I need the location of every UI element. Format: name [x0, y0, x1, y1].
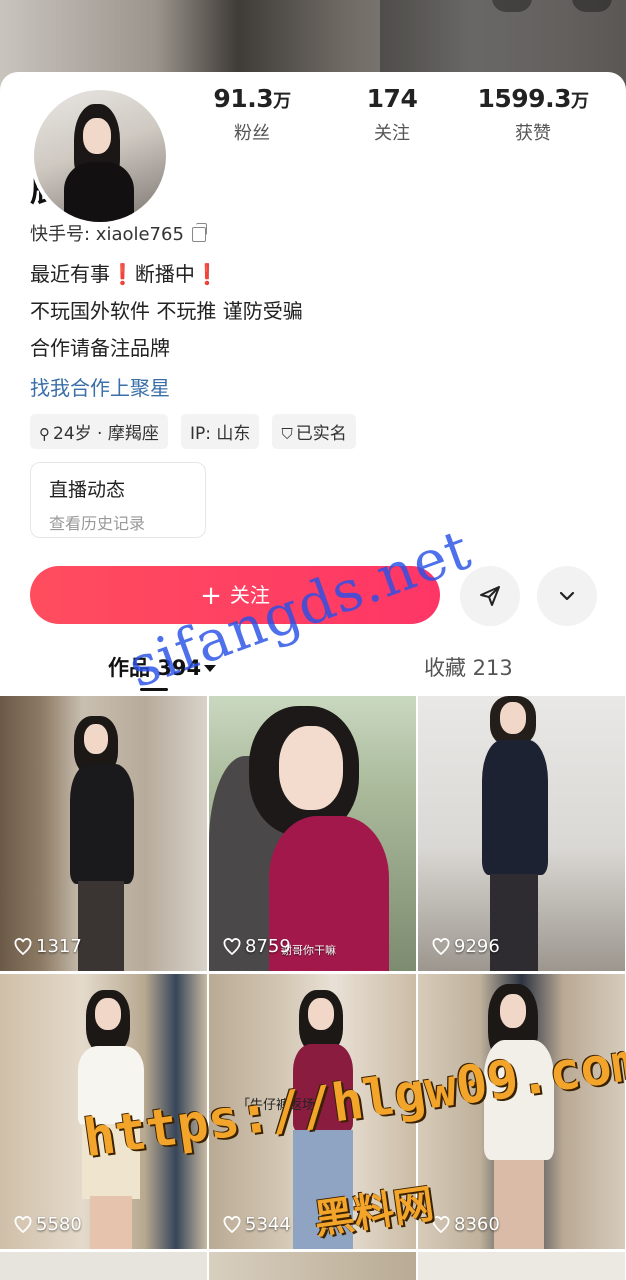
heart-icon: [223, 1216, 241, 1234]
bio-line-3: 合作请备注品牌: [30, 336, 170, 360]
post-likes: 1317: [14, 936, 82, 957]
post-tile[interactable]: [209, 1252, 416, 1280]
exclamation-icon: ❗: [194, 262, 220, 286]
post-likes: 5580: [14, 1214, 82, 1235]
copy-icon[interactable]: [191, 223, 207, 242]
post-likes: 8759: [223, 936, 291, 957]
send-icon: [480, 586, 500, 606]
post-likes: 5344: [223, 1214, 291, 1235]
stat-following[interactable]: 174 关注: [322, 84, 462, 145]
avatar-face: [83, 118, 111, 154]
post-tile[interactable]: [418, 1252, 625, 1280]
live-history-card[interactable]: 直播动态 查看历史记录: [30, 462, 206, 538]
post-tile[interactable]: 1317: [0, 696, 207, 971]
profile-tags: ⚲ 24岁 · 摩羯座 IP: 山东 ⛉ 已实名: [30, 414, 364, 449]
bio-line-1-b: 断播中: [134, 262, 195, 286]
bio-line-1: 最近有事❗断播中❗: [30, 258, 220, 287]
avatar-body: [64, 162, 134, 222]
shield-check-icon: ⛉: [281, 425, 293, 443]
heart-icon: [14, 1216, 32, 1234]
tab-favorites[interactable]: 收藏 213: [424, 652, 513, 682]
stat-fans[interactable]: 91.3万 粉丝: [182, 84, 322, 145]
stat-fans-value: 91.3万: [213, 84, 291, 113]
stat-likes[interactable]: 1599.3万 获赞: [463, 84, 603, 145]
content-tabs: 作品 394 收藏 213: [0, 652, 626, 692]
live-history-title: 直播动态: [49, 479, 126, 501]
kwai-id-text: 快手号: xiaole765: [30, 224, 184, 245]
post-tile[interactable]: 谢哥你干嘛 8759: [209, 696, 416, 971]
cooperation-link[interactable]: 找我合作上聚星: [30, 372, 170, 401]
stat-following-value: 174: [366, 84, 418, 113]
chevron-down-icon: [559, 591, 575, 601]
tag-ip: IP: 山东: [180, 414, 260, 449]
tag-verified: ⛉ 已实名: [272, 414, 356, 449]
kwai-id: 快手号: xiaole765: [30, 220, 207, 246]
female-icon: ⚲: [39, 425, 50, 443]
stat-likes-value: 1599.3万: [477, 84, 589, 113]
post-likes: 8360: [432, 1214, 500, 1235]
heart-icon: [14, 938, 32, 956]
post-tile[interactable]: 9296: [418, 696, 625, 971]
stat-likes-label: 获赞: [515, 123, 551, 144]
exclamation-icon: ❗: [110, 262, 135, 286]
stat-following-label: 关注: [374, 123, 410, 144]
heart-icon: [432, 938, 450, 956]
avatar[interactable]: [30, 86, 170, 226]
bio-line-2: 不玩国外软件 不玩推 谨防受骗: [30, 299, 303, 323]
more-dropdown-button[interactable]: [537, 566, 597, 626]
avatar-image: [34, 90, 166, 222]
tag-age: ⚲ 24岁 · 摩羯座: [30, 414, 168, 449]
live-history-subtitle: 查看历史记录: [49, 514, 146, 533]
heart-icon: [223, 938, 241, 956]
post-tile[interactable]: [0, 1252, 207, 1280]
stat-fans-label: 粉丝: [234, 123, 270, 144]
post-likes: 9296: [432, 936, 500, 957]
bio-line-1-a: 最近有事: [30, 262, 110, 286]
